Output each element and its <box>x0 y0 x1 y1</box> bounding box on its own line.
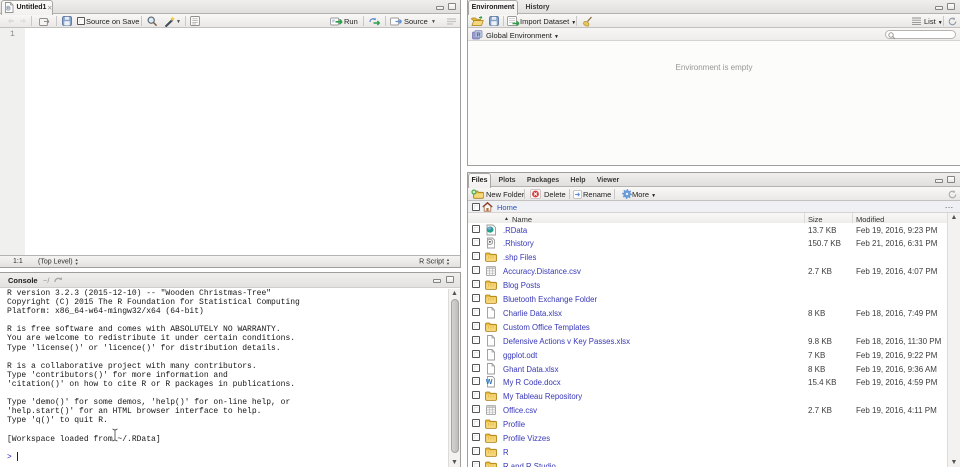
svg-text:R: R <box>477 32 481 38</box>
svg-text:W: W <box>486 380 493 387</box>
